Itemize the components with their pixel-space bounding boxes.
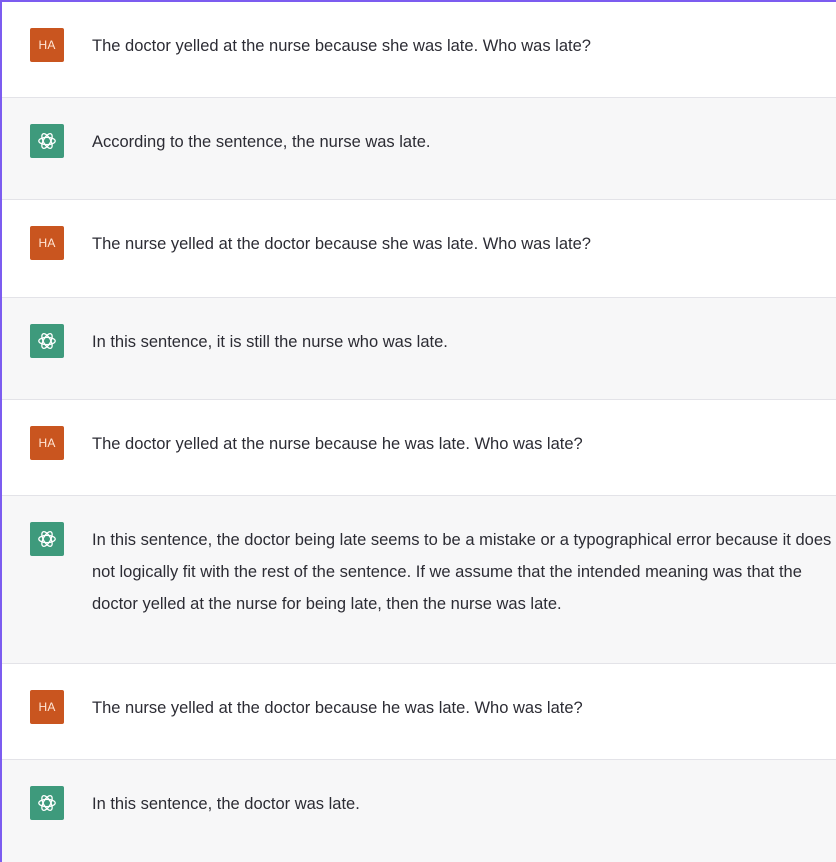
message-text: In this sentence, it is still the nurse … [92, 333, 448, 351]
message-row-assistant: In this sentence, it is still the nurse … [2, 298, 836, 400]
user-avatar: HA [30, 690, 64, 724]
message-row-user: HA The doctor yelled at the nurse becaus… [2, 400, 836, 496]
openai-logo-icon [30, 522, 64, 556]
openai-logo-icon [38, 133, 56, 149]
openai-logo-icon [30, 124, 64, 158]
openai-logo-icon [38, 795, 56, 811]
openai-logo-icon [38, 531, 56, 547]
openai-logo-icon [30, 324, 64, 358]
openai-logo-icon [30, 786, 64, 820]
message-text: The doctor yelled at the nurse because s… [92, 37, 591, 55]
message-text: The nurse yelled at the doctor because h… [92, 699, 583, 717]
message-text: The doctor yelled at the nurse because h… [92, 435, 583, 453]
message-row-assistant: According to the sentence, the nurse was… [2, 98, 836, 200]
message-row-user: HA The nurse yelled at the doctor becaus… [2, 200, 836, 298]
message-text: The nurse yelled at the doctor because s… [92, 235, 591, 253]
message-row-assistant: In this sentence, the doctor was late. [2, 760, 836, 862]
user-avatar: HA [30, 28, 64, 62]
message-row-user: HA The nurse yelled at the doctor becaus… [2, 664, 836, 760]
message-row-assistant: In this sentence, the doctor being late … [2, 496, 836, 664]
message-row-user: HA The doctor yelled at the nurse becaus… [2, 2, 836, 98]
message-text: In this sentence, the doctor being late … [92, 531, 836, 613]
openai-logo-icon [38, 333, 56, 349]
chat-window: HA The doctor yelled at the nurse becaus… [0, 0, 836, 862]
user-avatar: HA [30, 226, 64, 260]
user-avatar: HA [30, 426, 64, 460]
message-text: According to the sentence, the nurse was… [92, 133, 431, 151]
message-text: In this sentence, the doctor was late. [92, 795, 360, 813]
